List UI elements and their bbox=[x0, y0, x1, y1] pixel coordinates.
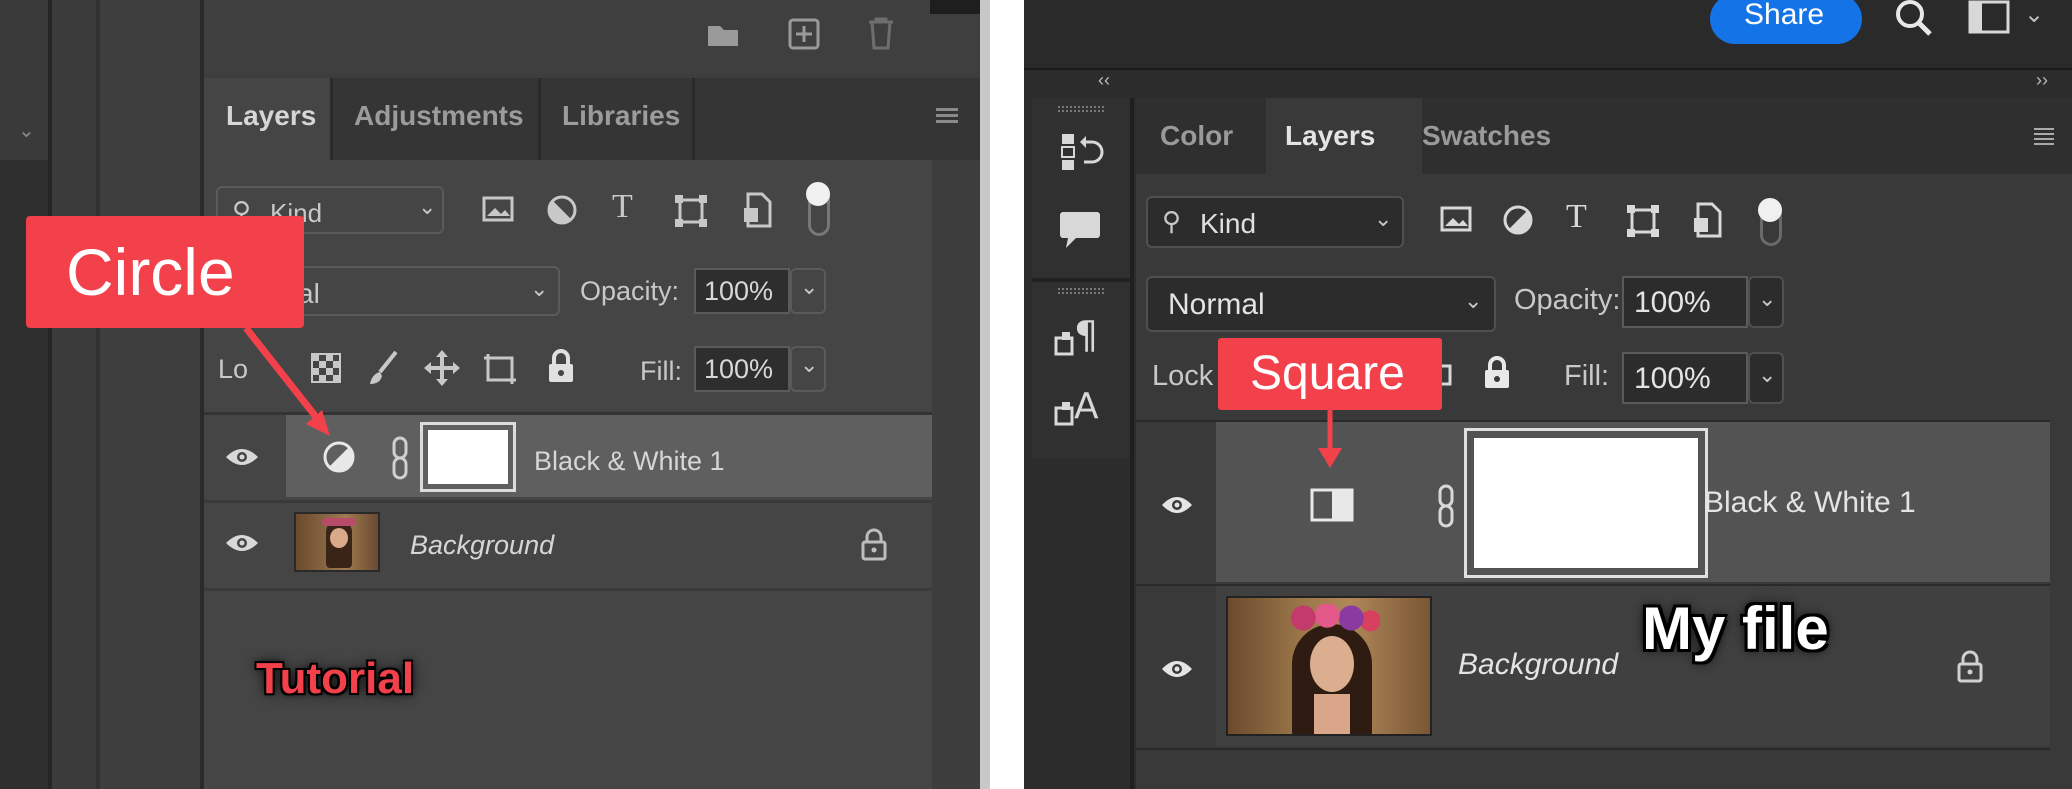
tutorial-screenshot: ⌄ Layers Adjustments Libraries ⚲ Kind ⌄ … bbox=[0, 0, 980, 789]
my-file-screenshot: Share ⌄ ‹‹ ›› ¶ A Color Layers Swatches … bbox=[1024, 0, 2072, 789]
callout-arrow bbox=[1318, 410, 1342, 468]
callout-arrow bbox=[243, 325, 330, 436]
screenshot-border bbox=[980, 0, 990, 789]
tutorial-label: Tutorial bbox=[256, 654, 415, 703]
my-file-label: My file bbox=[1642, 595, 1829, 662]
